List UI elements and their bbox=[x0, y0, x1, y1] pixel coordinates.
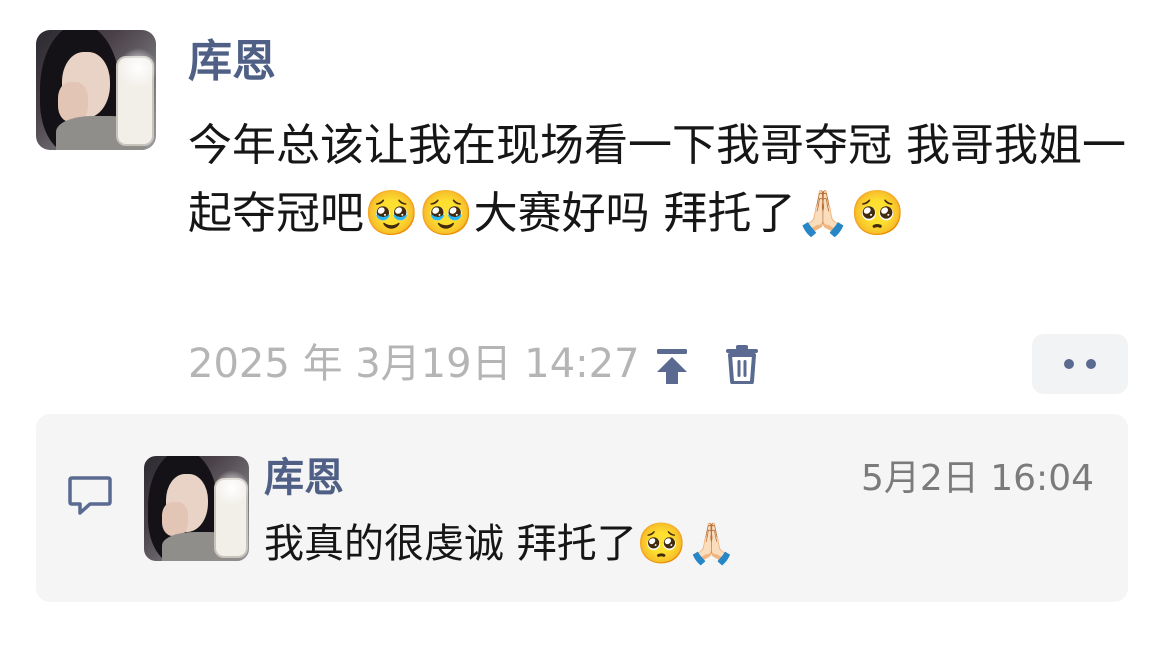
post-username[interactable]: 库恩 bbox=[188, 34, 276, 90]
reply-avatar[interactable] bbox=[144, 456, 249, 561]
post-avatar[interactable] bbox=[36, 30, 156, 150]
post-content: 今年总该让我在现场看一下我哥夺冠 我哥我姐一起夺冠吧🥹🥹大赛好吗 拜托了🙏🏻🥺 bbox=[188, 120, 1126, 239]
post-timestamp: 2025 年 3月19日 14:27 bbox=[188, 341, 640, 387]
dot bbox=[1086, 359, 1096, 369]
trash-icon[interactable] bbox=[720, 342, 764, 386]
reply-timestamp: 5月2日 16:04 bbox=[861, 458, 1094, 499]
pin-top-icon[interactable] bbox=[650, 344, 694, 388]
more-dots-icon[interactable] bbox=[1032, 334, 1128, 394]
dot bbox=[1064, 359, 1074, 369]
comment-bubble-icon[interactable] bbox=[66, 470, 114, 518]
reply-username[interactable]: 库恩 bbox=[264, 452, 344, 504]
reply-content: 我真的很虔诚 拜托了🥺🙏🏻 bbox=[264, 521, 737, 567]
